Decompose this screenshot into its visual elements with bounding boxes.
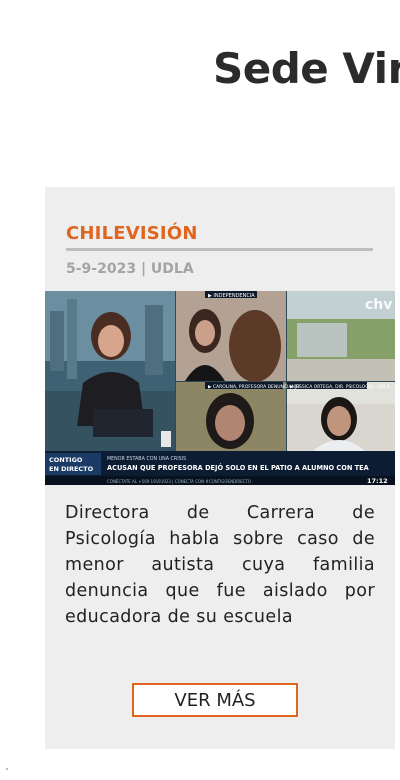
ver-mas-button[interactable]: VER MÁS <box>132 683 298 717</box>
page-title: Sede Vir <box>213 44 400 93</box>
svg-text:17:12: 17:12 <box>367 477 388 485</box>
svg-text:MENOR ESTABA CON UNA CRISIS: MENOR ESTABA CON UNA CRISIS <box>107 456 186 462</box>
svg-text:chv: chv <box>365 297 392 313</box>
news-date: 5-9-2023 | UDLA <box>66 261 194 277</box>
news-thumbnail[interactable]: ▶ INDEPENDENCIA ▶ CAROLINA, PROFESORA DE… <box>45 291 395 485</box>
news-description: Directora de Carrera de Psicología habla… <box>65 503 375 627</box>
svg-text:▶ INDEPENDENCIA: ▶ INDEPENDENCIA <box>208 293 255 299</box>
news-card: CHILEVISIÓN 5-9-2023 | UDLA ▶ INDEPENDEN… <box>45 187 395 749</box>
thumbnail-image: ▶ INDEPENDENCIA ▶ CAROLINA, PROFESORA DE… <box>45 291 395 485</box>
svg-text:CONTIGO: CONTIGO <box>49 456 83 464</box>
decorative-dot <box>6 768 8 770</box>
news-source: CHILEVISIÓN <box>66 223 198 244</box>
svg-text:ACUSAN QUE PROFESORA DEJÓ SOLO: ACUSAN QUE PROFESORA DEJÓ SOLO EN EL PAT… <box>107 463 370 472</box>
divider <box>66 248 373 251</box>
svg-text:▶ CAROLINA, PROFESORA DENUNCIA: ▶ CAROLINA, PROFESORA DENUNCIANTE <box>208 384 301 390</box>
svg-text:CONÉCTATE AL +569 19191923 | C: CONÉCTATE AL +569 19191923 | CONECTA CON… <box>107 479 251 484</box>
svg-text:▶ JESSICA ORTEGA, DIR. PSICOLO: ▶ JESSICA ORTEGA, DIR. PSICOLOGÍA · UDLA <box>290 383 391 390</box>
svg-text:EN DIRECTO: EN DIRECTO <box>49 465 94 473</box>
